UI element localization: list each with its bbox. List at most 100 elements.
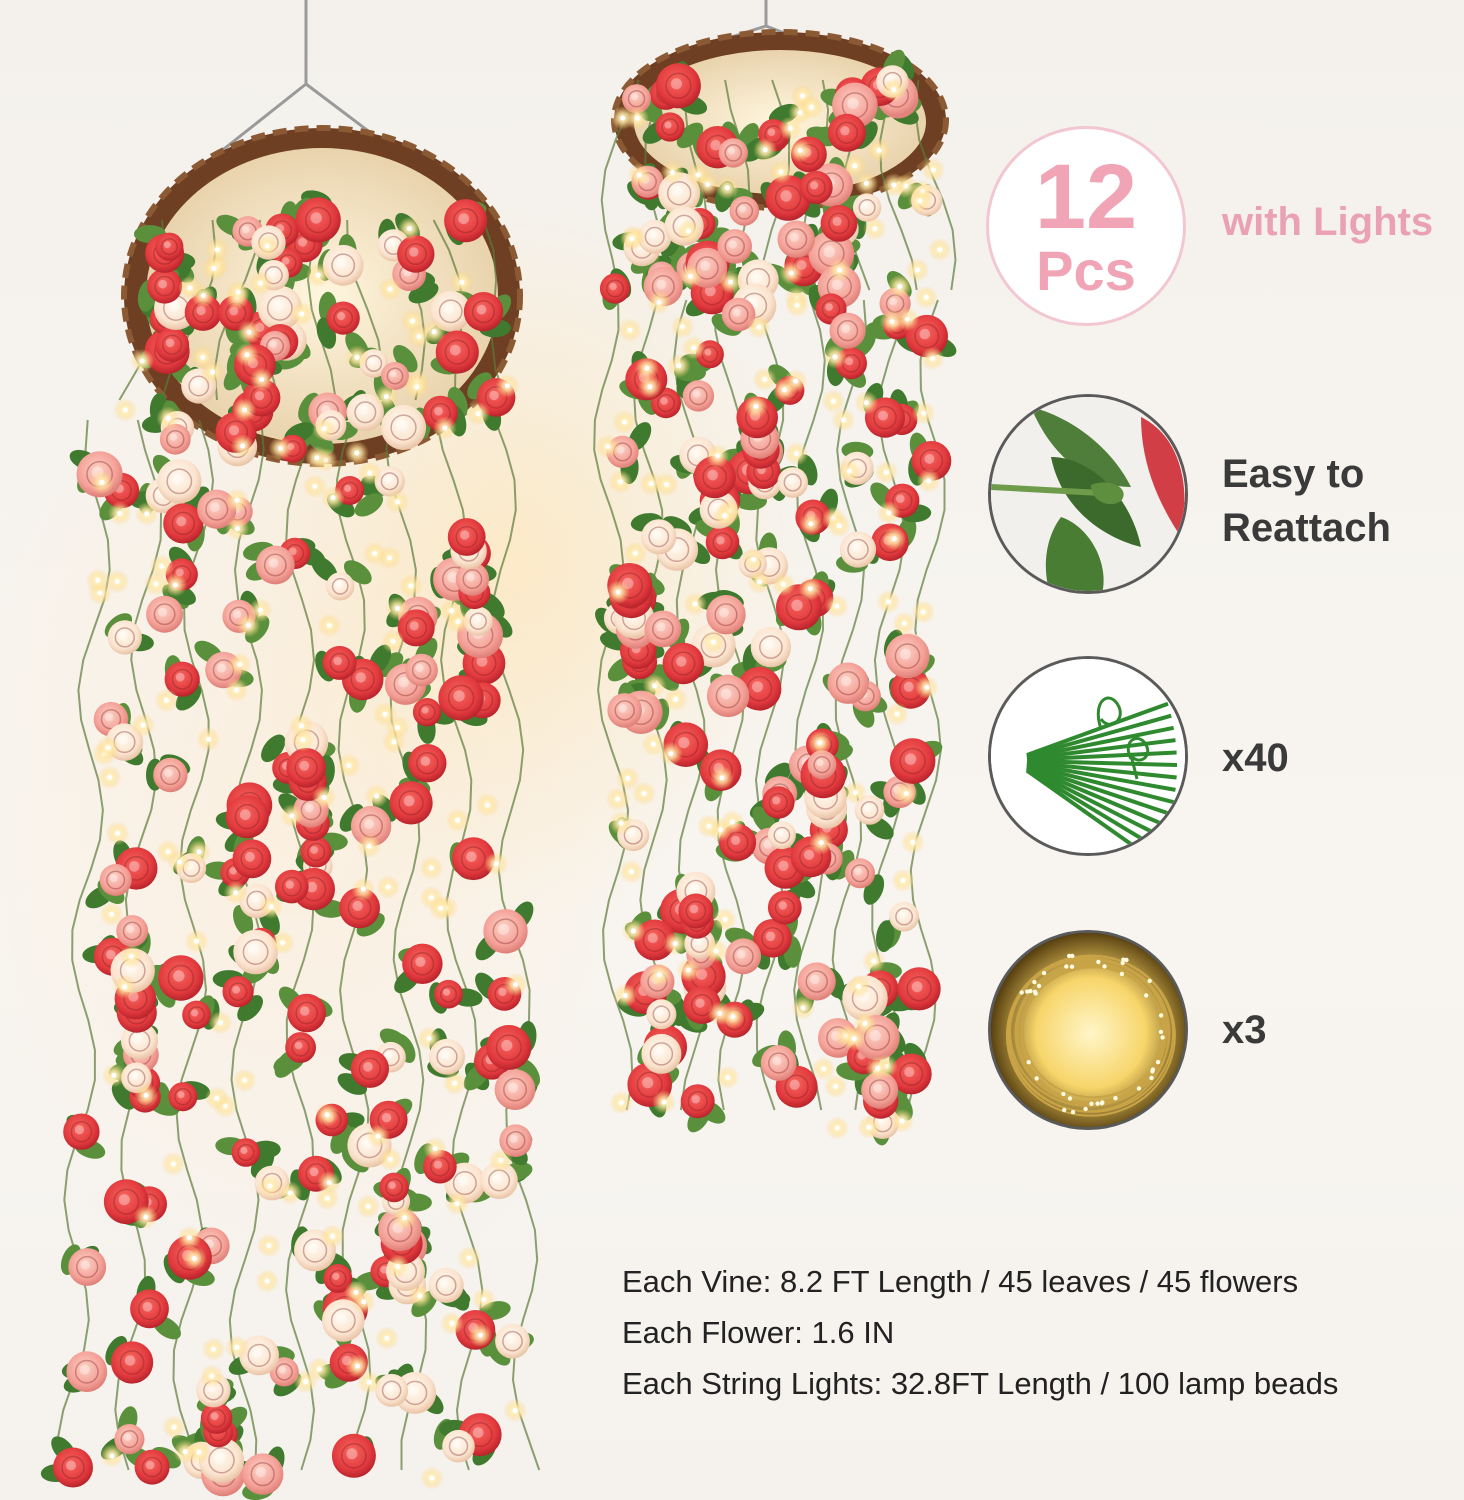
rose-flower bbox=[839, 531, 877, 568]
rose-flower bbox=[646, 999, 677, 1030]
fairy-light-bead bbox=[798, 576, 823, 601]
rose-flower bbox=[405, 653, 438, 687]
fairy-light-bead bbox=[156, 406, 181, 431]
rose-flower bbox=[285, 1032, 316, 1063]
fairy-light-bead bbox=[248, 271, 273, 296]
fairy-light-bead bbox=[609, 811, 634, 835]
rose-flower bbox=[845, 858, 875, 889]
fairy-light-bead bbox=[595, 434, 620, 459]
fairy-light-bead bbox=[445, 808, 470, 833]
coil-bead bbox=[1158, 1013, 1164, 1018]
rose-flower bbox=[231, 1138, 261, 1167]
fairy-light-bead bbox=[784, 441, 809, 466]
fairy-light-bead bbox=[712, 503, 737, 528]
rose-flower bbox=[68, 1248, 107, 1286]
fairy-light-bead bbox=[457, 1246, 482, 1270]
fairy-light-bead bbox=[249, 367, 274, 392]
fairy-light-bead bbox=[894, 781, 919, 806]
coil-bead bbox=[1089, 1101, 1094, 1106]
fairy-light-bead bbox=[837, 459, 862, 484]
fairy-light-bead bbox=[623, 541, 648, 566]
fairy-light-bead bbox=[422, 319, 447, 344]
fairy-light-bead bbox=[881, 77, 906, 102]
fairy-light-bead bbox=[920, 346, 945, 371]
fairy-light-bead bbox=[131, 713, 156, 737]
rose-flower bbox=[483, 909, 528, 954]
fairy-light-bead bbox=[619, 226, 644, 251]
rose-flower bbox=[438, 675, 484, 721]
fairy-light-bead bbox=[785, 293, 809, 318]
fairy-light-bead bbox=[471, 1287, 496, 1312]
fairy-light-bead bbox=[398, 573, 423, 598]
fairy-light-bead bbox=[357, 834, 382, 859]
coil-bead bbox=[1095, 1101, 1100, 1106]
rose-flower bbox=[434, 979, 463, 1009]
fairy-light-bead bbox=[676, 219, 701, 244]
fairy-light-bead bbox=[445, 1191, 470, 1216]
rose-flower bbox=[607, 693, 642, 728]
coil-bead bbox=[1062, 1107, 1067, 1113]
fairy-light-bead bbox=[345, 345, 369, 370]
string-lights-photo bbox=[988, 930, 1188, 1130]
fairy-light-bead bbox=[199, 1364, 224, 1389]
fairy-light-bead bbox=[867, 138, 892, 163]
rose-flower bbox=[182, 1000, 211, 1030]
rose-flower bbox=[99, 864, 132, 896]
fairy-light-bead bbox=[419, 855, 444, 880]
fairy-light-bead bbox=[381, 729, 406, 754]
rose-flower bbox=[408, 744, 447, 783]
coil-bead bbox=[1160, 1035, 1165, 1040]
fairy-light-bead bbox=[89, 470, 114, 495]
rose-flower bbox=[397, 235, 435, 273]
rose-flower bbox=[777, 220, 815, 258]
fairy-light-bead bbox=[921, 157, 946, 182]
fairy-light-bead bbox=[432, 416, 457, 441]
rose-flower bbox=[155, 327, 190, 362]
rose-flower bbox=[706, 595, 746, 635]
product-image: 12 Pcs with Lights Easy to Reattach x40 bbox=[0, 0, 1464, 1500]
fairy-light-bead bbox=[256, 1233, 281, 1258]
fairy-light-bead bbox=[666, 353, 691, 378]
fairy-light-bead bbox=[783, 369, 808, 394]
fairy-light-bead bbox=[187, 1440, 211, 1465]
fairy-light-bead bbox=[695, 172, 720, 197]
rose-flower bbox=[885, 634, 930, 679]
fairy-light-bead bbox=[609, 1090, 634, 1115]
fairy-light-bead bbox=[857, 1115, 881, 1140]
fairy-light-bead bbox=[312, 785, 336, 810]
fairy-light-bead bbox=[647, 290, 672, 315]
rose-flower bbox=[147, 268, 183, 304]
fairy-light-bead bbox=[289, 301, 314, 326]
coil-bead bbox=[1096, 959, 1101, 965]
fairy-light-bead bbox=[351, 1289, 376, 1314]
rose-flower bbox=[820, 205, 858, 242]
fairy-light-bead bbox=[112, 974, 137, 999]
rose-flower bbox=[799, 170, 833, 204]
reattach-label-line2: Reattach bbox=[1222, 506, 1391, 550]
fairy-light-bead bbox=[232, 397, 257, 422]
fairy-light-bead bbox=[625, 106, 650, 131]
coil-bead bbox=[1070, 1109, 1076, 1115]
fairy-light-bead bbox=[621, 918, 646, 943]
fairy-light-bead bbox=[791, 996, 816, 1020]
fairy-light-bead bbox=[230, 434, 255, 458]
fairy-light-bead bbox=[224, 678, 249, 703]
coil-bead bbox=[1149, 1075, 1154, 1081]
rose-flower bbox=[379, 1172, 409, 1203]
rose-flower bbox=[158, 955, 204, 1001]
fairy-light-bead bbox=[605, 787, 630, 812]
rose-flower bbox=[111, 1341, 154, 1384]
fairy-light-bead bbox=[654, 472, 679, 497]
fairy-light-bead bbox=[178, 276, 202, 300]
rose-flower bbox=[495, 1323, 530, 1359]
rose-flower bbox=[157, 459, 202, 504]
coil-bead bbox=[1034, 1076, 1039, 1081]
fairy-light-bead bbox=[236, 613, 261, 638]
coil-bead bbox=[1064, 964, 1069, 969]
fairy-light-bead bbox=[660, 160, 685, 185]
fairy-light-bead bbox=[385, 489, 410, 514]
fairy-light-bead bbox=[96, 735, 121, 760]
rose-flower bbox=[680, 1084, 715, 1119]
coil-bead bbox=[1113, 1096, 1118, 1101]
fairy-light-bead bbox=[915, 675, 939, 700]
